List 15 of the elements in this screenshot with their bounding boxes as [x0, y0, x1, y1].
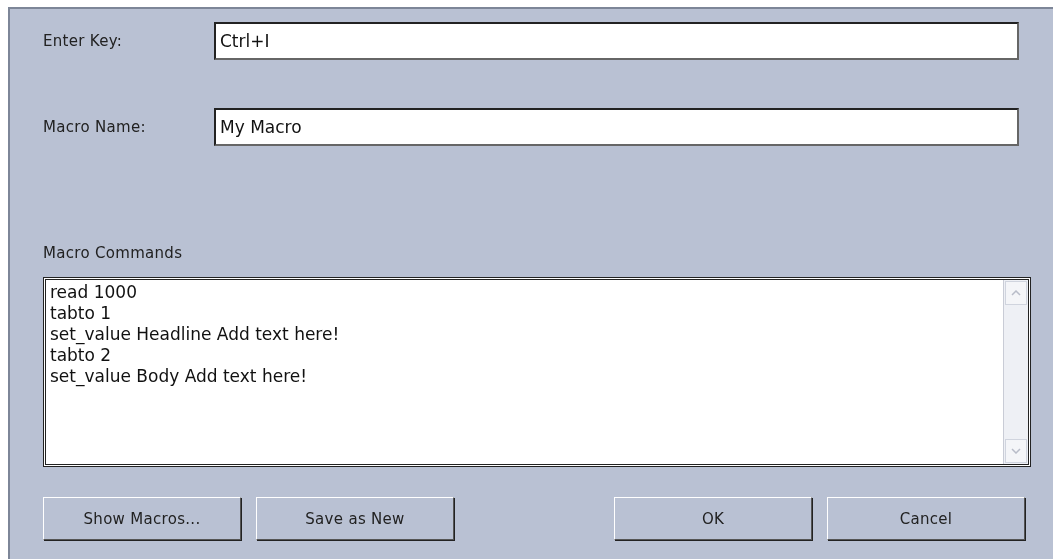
scrollbar[interactable] — [1003, 280, 1028, 464]
chevron-down-icon — [1011, 448, 1021, 454]
dialog-button[interactable]: Cancel — [827, 497, 1025, 540]
section-label: Macro Commands — [43, 244, 184, 262]
input-field[interactable]: My Macro — [214, 108, 1019, 146]
scroll-down-button[interactable] — [1005, 439, 1027, 463]
chevron-up-icon — [1011, 290, 1021, 296]
scroll-up-button[interactable] — [1005, 281, 1027, 305]
input-field[interactable]: Ctrl+I — [214, 22, 1019, 60]
dialog-button[interactable]: OK — [614, 497, 812, 540]
text-area[interactable]: read 1000 tabto 1 set_value Headline Add text here! tabto 2 set_value Body Add text here! — [43, 277, 1031, 467]
dialog-button[interactable]: Save as New — [256, 497, 454, 540]
field-label: Macro Name: — [43, 118, 147, 136]
dialog-button[interactable]: Show Macros... — [43, 497, 241, 540]
field-label: Enter Key: — [43, 32, 124, 50]
